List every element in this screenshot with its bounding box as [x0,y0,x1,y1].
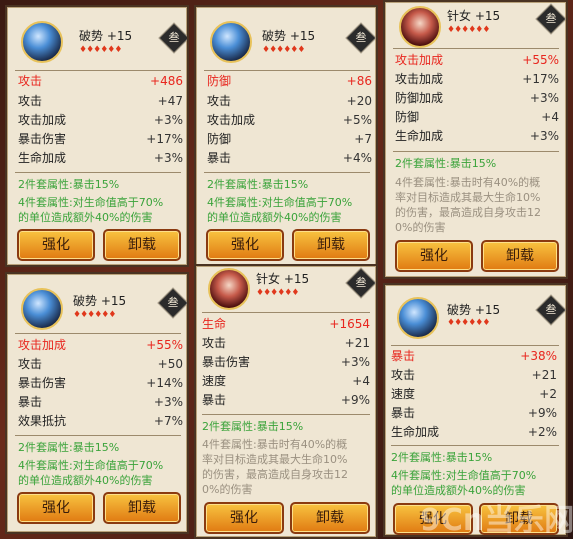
star-rating: ♦♦♦♦♦♦ [73,310,116,320]
soul-panel-1: 破势 +15 ♦♦♦♦♦♦ 叁 攻击 +486 攻击 +47 攻击加成 +3% 暴击伤… [5,5,189,267]
divider [393,151,559,152]
set4-bonus: 4件套属性:对生命值高于70% 的单位造成额外40%的伤害 [391,469,537,497]
slot-seal-icon: 叁 [345,22,376,54]
soul-name: 针女 +15 [447,9,501,23]
pos-shi-avatar-icon [210,21,252,63]
unload-button[interactable]: 卸载 [481,240,559,272]
pos-shi-avatar-icon [21,288,63,330]
set2-bonus: 2件套属性:暴击15% [207,178,309,191]
strengthen-button[interactable]: 强化 [206,229,284,261]
soul-name: 破势 +15 [73,294,127,308]
slot-seal-icon: 叁 [535,3,566,35]
slot-seal-icon: 叁 [157,287,187,319]
pos-shi-avatar-icon [21,21,63,63]
soul-name: 破势 +15 [447,303,501,317]
set2-bonus: 2件套属性:暴击15% [202,420,304,433]
strengthen-button[interactable]: 强化 [395,240,473,272]
set4-bonus: 4件套属性:对生命值高于70% 的单位造成额外40%的伤害 [207,196,353,224]
soul-panel-3: 针女 +15 ♦♦♦♦♦♦ 叁 攻击加成 +55% 攻击加成 +17% 防御加成 +3… [383,0,568,279]
unload-button[interactable]: 卸载 [103,492,181,524]
star-rating: ♦♦♦♦♦♦ [447,318,490,328]
unload-button[interactable]: 卸载 [290,502,370,534]
unload-button[interactable]: 卸载 [103,229,181,261]
needle-woman-avatar-icon [399,6,441,48]
strengthen-button[interactable]: 强化 [204,502,284,534]
soul-name: 破势 +15 [79,29,133,43]
strengthen-button[interactable]: 强化 [17,492,95,524]
set4-bonus: 4件套属性:对生命值高于70% 的单位造成额外40%的伤害 [18,459,164,487]
soul-panel-2: 破势 +15 ♦♦♦♦♦♦ 叁 防御 +86 攻击 +20 攻击加成 +5% 防御 +7… [194,5,378,267]
set2-bonus: 2件套属性:暴击15% [395,157,497,170]
needle-woman-avatar-icon [208,268,250,310]
slot-seal-icon: 叁 [535,294,566,326]
divider [15,435,181,436]
set4-bonus: 4件套属性:暴击时有40%的概 率对目标造成其最大生命10% 的伤害，最高造成自… [395,176,541,234]
divider [15,333,181,334]
star-rating: ♦♦♦♦♦♦ [256,288,299,298]
divider [391,445,559,446]
set2-bonus: 2件套属性:暴击15% [391,451,493,464]
soul-panel-4: 破势 +15 ♦♦♦♦♦♦ 叁 攻击加成 +55% 攻击 +50 暴击伤害 +14% … [5,272,189,534]
set4-bonus: 4件套属性:对生命值高于70% 的单位造成额外40%的伤害 [18,196,164,224]
divider [202,414,370,415]
star-rating: ♦♦♦♦♦♦ [79,45,122,55]
divider [15,172,181,173]
soul-name: 破势 +15 [262,29,316,43]
soul-panel-5: 针女 +15 ♦♦♦♦♦♦ 叁 生命 +1654 攻击 +21 暴击伤害 +3% 速度… [194,264,378,539]
unload-button[interactable]: 卸载 [292,229,370,261]
soul-name: 针女 +15 [256,272,310,286]
set2-bonus: 2件套属性:暴击15% [18,178,120,191]
strengthen-button[interactable]: 强化 [17,229,95,261]
set4-bonus: 4件套属性:暴击时有40%的概 率对目标造成其最大生命10% 的伤害，最高造成自… [202,438,348,496]
star-rating: ♦♦♦♦♦♦ [447,25,490,35]
watermark: 9Cn当乐网 [420,503,573,538]
set2-bonus: 2件套属性:暴击15% [18,441,120,454]
divider [393,48,559,49]
divider [204,172,370,173]
pos-shi-avatar-icon [397,297,439,339]
slot-seal-icon: 叁 [345,267,376,299]
divider [202,312,370,313]
slot-seal-icon: 叁 [158,22,187,54]
star-rating: ♦♦♦♦♦♦ [262,45,305,55]
